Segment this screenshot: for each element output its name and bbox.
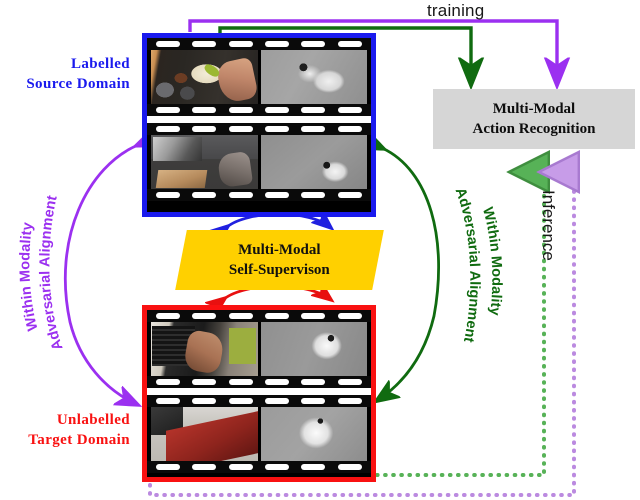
right-alignment-caption-line2: Adversarial Alignment <box>452 186 483 344</box>
alignment-caption-layer: Within Modality Adversarial Alignment Wi… <box>17 186 504 353</box>
diagram-canvas: Labelled Source Domain Unlabelled Target… <box>0 0 640 500</box>
left-alignment-caption-line2: Adversarial Alignment <box>37 194 66 352</box>
right-alignment-caption-line1: Within Modality <box>479 206 504 317</box>
